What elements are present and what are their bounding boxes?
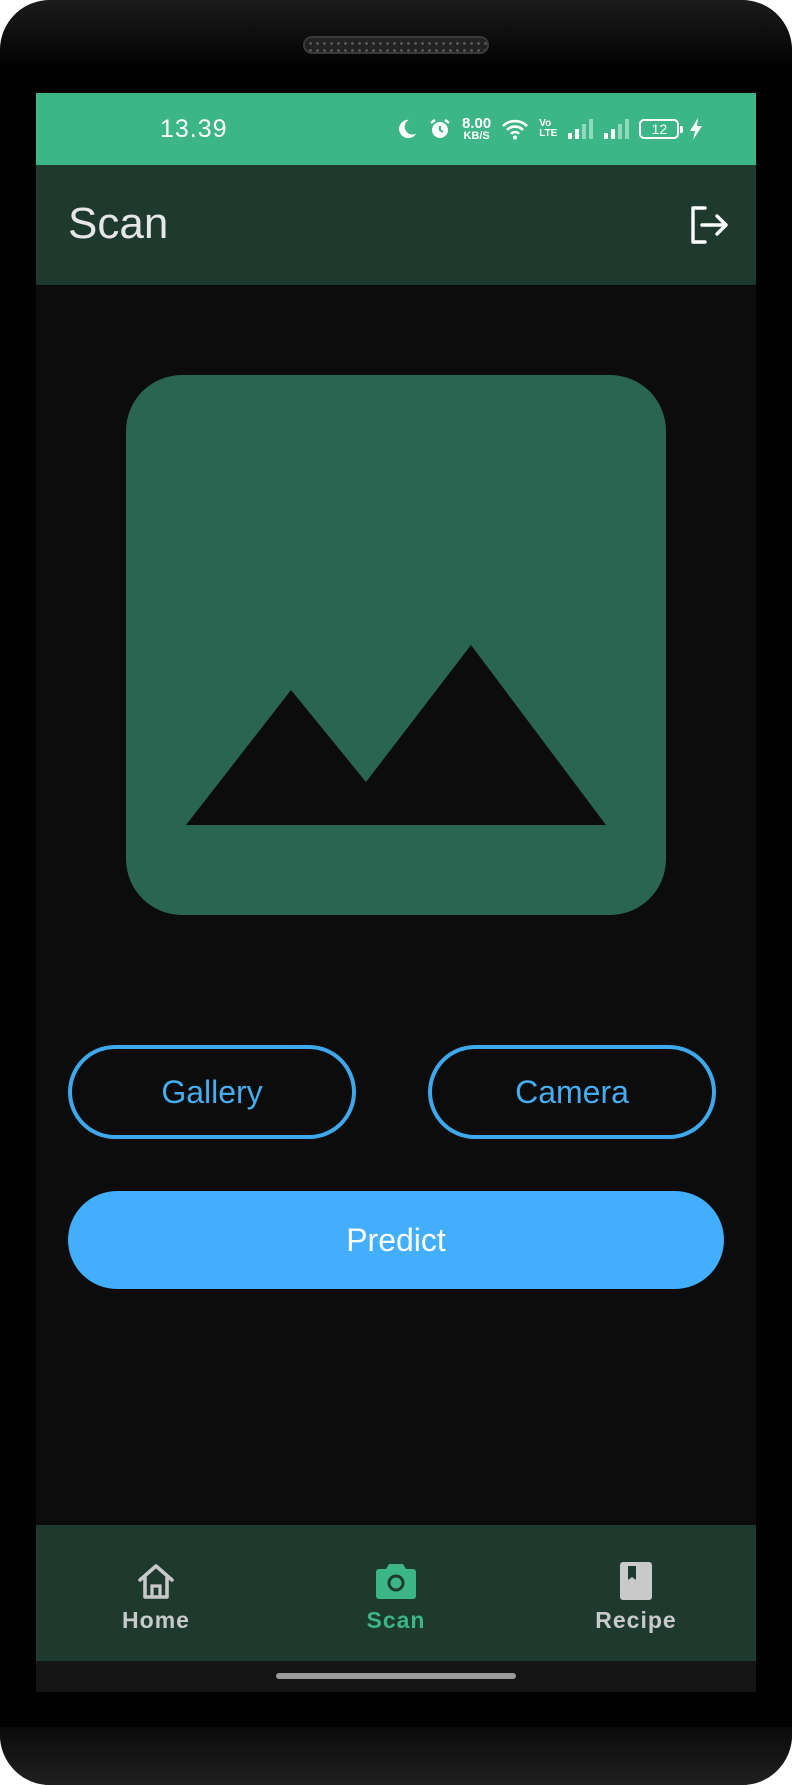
bottom-navigation: Home Scan Recipe <box>36 1525 756 1661</box>
home-icon <box>136 1561 176 1601</box>
wifi-icon <box>501 118 529 140</box>
network-speed: 8.00 KB/S <box>462 116 491 142</box>
signal-icon <box>567 119 594 139</box>
volte-bottom-label: LTE <box>539 128 558 139</box>
gallery-button[interactable]: Gallery <box>68 1045 356 1139</box>
image-preview <box>126 375 666 915</box>
gallery-button-label: Gallery <box>161 1073 263 1110</box>
battery-icon: 12 <box>639 119 684 139</box>
status-time: 13.39 <box>160 115 228 143</box>
battery-level: 12 <box>651 121 668 137</box>
charging-icon <box>689 118 703 140</box>
predict-button-label: Predict <box>346 1221 446 1258</box>
camera-button[interactable]: Camera <box>428 1045 716 1139</box>
nav-item-recipe[interactable]: Recipe <box>516 1525 756 1661</box>
nav-item-scan[interactable]: Scan <box>276 1525 516 1661</box>
phone-frame: 13.39 8.00 KB/S Vo LTE 12 Scan Gallery C… <box>0 0 792 1785</box>
app-bar: Scan <box>36 165 756 285</box>
status-bar: 13.39 8.00 KB/S Vo LTE 12 <box>36 93 756 165</box>
image-placeholder-icon <box>186 645 606 825</box>
camera-icon <box>375 1561 417 1601</box>
volte-icon: Vo LTE <box>539 119 557 139</box>
nav-label-home: Home <box>122 1607 190 1633</box>
nav-item-home[interactable]: Home <box>36 1525 276 1661</box>
alarm-icon <box>428 117 452 141</box>
home-gesture-bar[interactable] <box>276 1673 516 1679</box>
network-speed-unit: KB/S <box>463 130 490 142</box>
earpiece-speaker <box>303 36 489 54</box>
predict-button[interactable]: Predict <box>68 1191 724 1289</box>
screen: 13.39 8.00 KB/S Vo LTE 12 Scan Gallery C… <box>36 93 756 1692</box>
network-speed-value: 8.00 <box>462 115 492 132</box>
logout-icon <box>691 206 728 244</box>
nav-label-recipe: Recipe <box>595 1607 677 1633</box>
phone-bottom-bezel <box>0 1727 792 1785</box>
gesture-area <box>36 1661 756 1692</box>
moon-icon <box>396 118 418 140</box>
signal-icon <box>603 119 630 139</box>
status-icons: 8.00 KB/S Vo LTE 12 <box>396 109 703 149</box>
book-icon <box>619 1561 653 1601</box>
nav-label-scan: Scan <box>366 1607 426 1633</box>
logout-button[interactable] <box>684 201 732 249</box>
camera-button-label: Camera <box>515 1073 629 1110</box>
page-title: Scan <box>68 199 169 248</box>
